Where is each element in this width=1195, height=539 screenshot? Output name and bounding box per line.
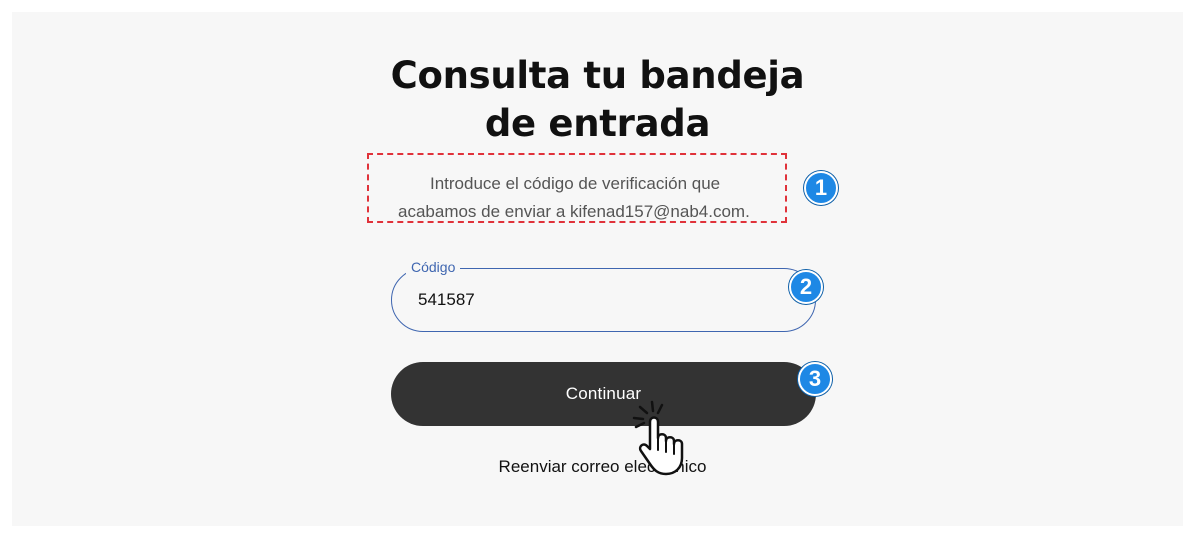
page-title-line-2: de entrada [484,102,711,145]
step-badge-2: 2 [789,270,823,304]
description-line-2: acabamos de enviar a kifenad157@nab4.com… [398,202,750,221]
page-title-line-1: Consulta tu bandeja [390,54,805,97]
description-line-1: Introduce el código de verificación que [430,174,721,193]
continue-button[interactable]: Continuar [391,362,816,426]
resend-email-link[interactable]: Reenviar correo electrónico [0,457,1195,477]
code-field-label: Código [406,259,461,275]
step-badge-3: 3 [798,362,832,396]
step-badge-1: 1 [804,171,838,205]
hand-pointer-icon [632,400,684,476]
verification-description: Introduce el código de verificación que … [360,170,860,226]
code-input[interactable] [418,288,778,312]
page-title: Consulta tu bandeja de entrada [0,52,1195,148]
